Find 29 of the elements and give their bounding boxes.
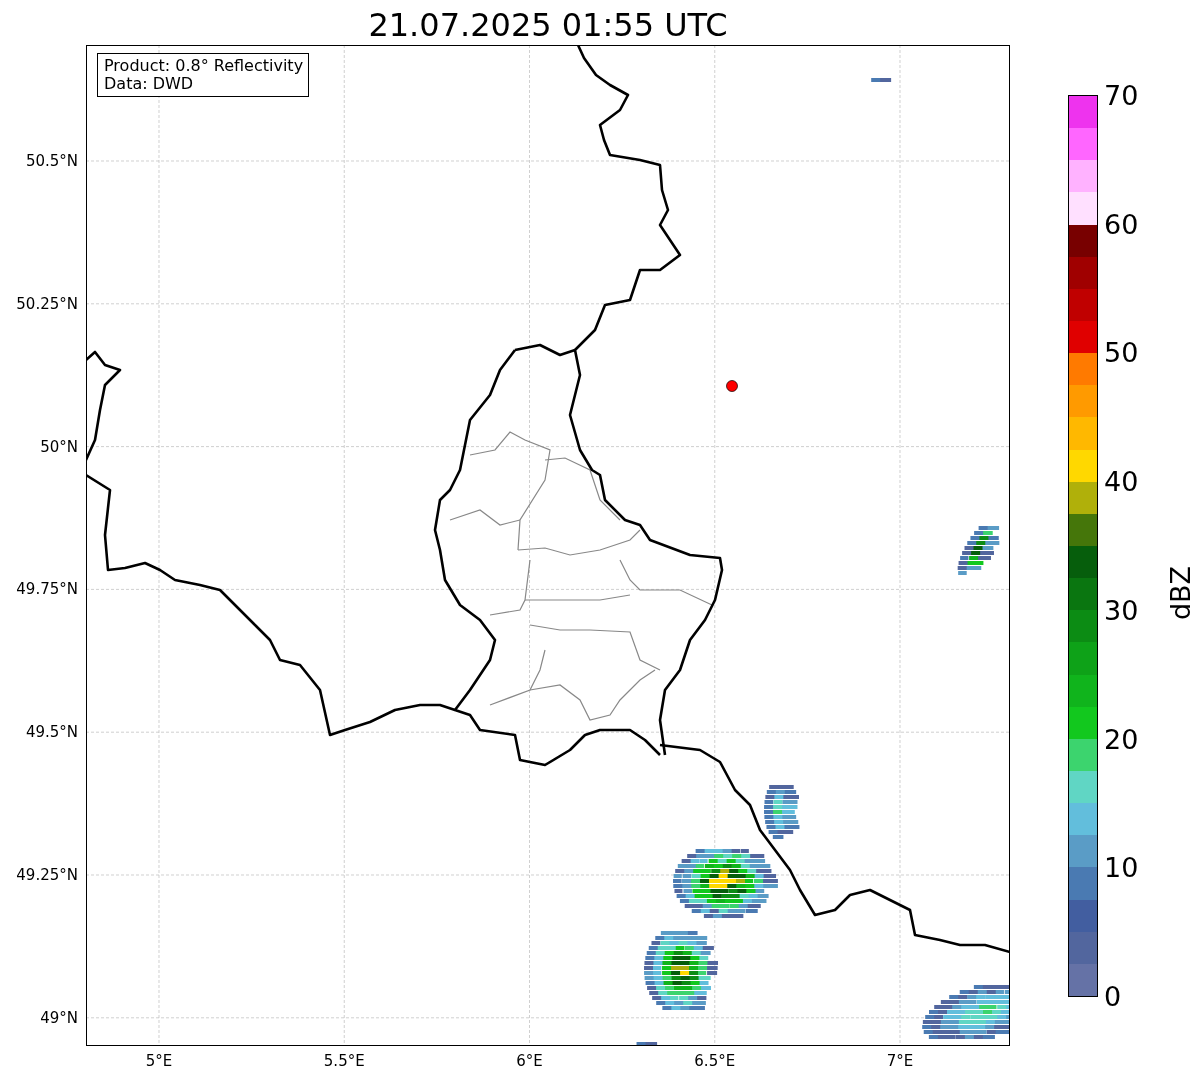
latitude-label: 49.5°N [25, 723, 78, 742]
colorbar-tick-label: 40 [1104, 467, 1139, 495]
radar-site-marker [726, 380, 738, 392]
latitude-label: 50.5°N [25, 152, 78, 170]
latitude-label: 50.25°N [16, 294, 78, 313]
chart-title: 21.07.2025 01:55 UTC [367, 9, 729, 45]
latitude-label: 49.75°N [16, 580, 78, 599]
legend-text: Product: 0.8° Reflectivity [104, 57, 304, 75]
colorbar-tick-label: 0 [1104, 982, 1122, 1010]
colorbar-tick-label: 20 [1104, 725, 1139, 753]
legend-text: Data: DWD [104, 74, 195, 93]
colorbar-tick-label: 60 [1104, 210, 1139, 238]
longitude-label: 5°E [145, 1052, 173, 1070]
radar-echo [764, 785, 800, 839]
longitude-label: 5.5°E [323, 1052, 365, 1070]
radar-echo [957, 526, 1000, 575]
latitude-label: 49°N [40, 1008, 78, 1027]
longitude-label: 7°E [886, 1052, 914, 1070]
latitude-label: 50°N [40, 437, 78, 456]
latitude-label: 49.25°N [16, 866, 78, 884]
radar-echo [636, 1042, 658, 1046]
colorbar-tick-label: 50 [1104, 338, 1139, 366]
radar-echo [871, 78, 892, 82]
colorbar-tick-label: 10 [1104, 853, 1139, 881]
longitude-label: 6°E [516, 1052, 543, 1070]
longitude-label: 6.5°E [694, 1052, 736, 1070]
colorbar-tick-label: 30 [1104, 596, 1139, 624]
colorbar-label: dBZ [1166, 565, 1194, 621]
colorbar-tick-label: 70 [1104, 81, 1139, 109]
